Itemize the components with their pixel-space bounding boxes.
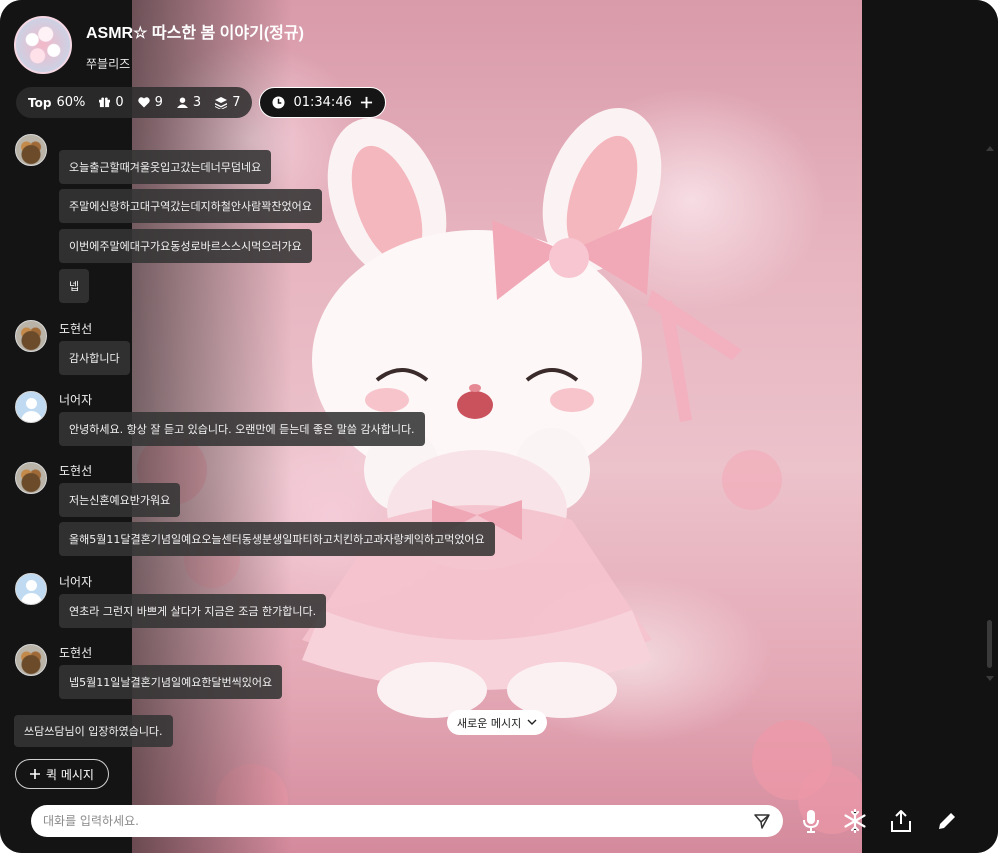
message-bubble: 올해5월11달결혼기념일예요오늘센터동생분생일파티하고치킨하고과자랑케익하고먹었…: [59, 522, 495, 556]
message-bubble: 연초라 그런지 바쁘게 살다가 지금은 조금 한가합니다.: [59, 594, 327, 628]
message-bubble: 이번에주말에대구가요동성로바르스스시먹으러가요: [59, 229, 312, 263]
layers-count: 7: [232, 95, 241, 110]
share-icon[interactable]: [887, 807, 915, 835]
stat-layers: 7: [215, 95, 240, 110]
stat-gifts: 0: [99, 95, 124, 110]
stat-listeners: 3: [176, 95, 202, 110]
chat-input-bar: [31, 805, 783, 837]
microphone-icon[interactable]: [797, 807, 825, 835]
room-header: ASMR☆ 따스한 봄 이야기(정규) 쭈블리즈: [14, 16, 304, 74]
timer-value: 01:34:46: [293, 95, 352, 110]
chevron-down-icon: [527, 719, 537, 725]
room-title: ASMR☆ 따스한 봄 이야기(정규): [86, 24, 304, 42]
stats-row: Top 60% 0 9 3 7 01:34:46: [16, 87, 386, 118]
message-bubble: 오늘출근할때겨울옷입고갔는데너무덥네요: [59, 150, 272, 184]
message-bubble: 안녕하세요. 항상 잘 듣고 있습니다. 오랜만에 듣는데 좋은 말씀 감사합니…: [59, 412, 425, 446]
scrollbar-thumb[interactable]: [987, 620, 992, 668]
message-bubble: 저는신혼예요반가워요: [59, 483, 181, 517]
sender-name[interactable]: 너어자: [59, 573, 92, 590]
message-bubble: 감사합니다: [59, 341, 130, 375]
message-bubble: 넵: [59, 269, 90, 303]
quick-message-button[interactable]: 퀵 메시지: [15, 759, 109, 789]
app-frame: ASMR☆ 따스한 봄 이야기(정규) 쭈블리즈 Top 60% 0 9 3 7…: [0, 0, 998, 853]
message-bubble: 주말에신랑하고대구역갔는데지하철안사람꽉찬었어요: [59, 189, 322, 223]
avatar[interactable]: [15, 391, 47, 423]
timer-pill[interactable]: 01:34:46: [259, 87, 386, 118]
gift-icon: [99, 97, 111, 108]
sender-name[interactable]: 도현선: [59, 462, 92, 479]
quick-message-label: 퀵 메시지: [46, 767, 94, 782]
sender-name[interactable]: 도현선: [59, 644, 92, 661]
host-name[interactable]: 쭈블리즈: [86, 55, 304, 72]
sender-name[interactable]: 도현선: [59, 320, 92, 337]
system-message: 쓰담쓰담님이 입장하였습니다.: [14, 715, 173, 747]
chat-input[interactable]: [43, 814, 753, 828]
sender-name[interactable]: 너어자: [59, 391, 92, 408]
avatar[interactable]: [15, 573, 47, 605]
layers-icon: [215, 96, 228, 109]
avatar[interactable]: [15, 320, 47, 352]
avatar[interactable]: [15, 462, 47, 494]
heart-icon: [137, 97, 150, 108]
stats-pill[interactable]: Top 60% 0 9 3 7: [16, 87, 253, 118]
new-message-label: 새로운 메시지: [457, 716, 522, 730]
gifts-count: 0: [115, 95, 124, 110]
listeners-count: 3: [192, 95, 202, 110]
avatar[interactable]: [15, 644, 47, 676]
scroll-up-arrow[interactable]: [986, 146, 994, 151]
pencil-icon[interactable]: [933, 807, 961, 835]
likes-count: 9: [154, 95, 163, 110]
new-message-button[interactable]: 새로운 메시지: [447, 710, 548, 735]
clock-icon: [272, 96, 286, 109]
snowflake-icon[interactable]: [841, 807, 869, 835]
stat-likes: 9: [137, 95, 163, 110]
send-icon[interactable]: [753, 812, 771, 830]
room-info: ASMR☆ 따스한 봄 이야기(정규) 쭈블리즈: [86, 19, 304, 72]
plus-icon: [30, 769, 40, 779]
message-bubble: 넵5월11일날결혼기념일예요한달번씩있어요: [59, 665, 283, 699]
avatar[interactable]: [15, 134, 47, 166]
plus-icon[interactable]: [360, 96, 373, 109]
right-panel: [862, 0, 998, 853]
person-icon: [176, 97, 188, 108]
top-value: 60%: [56, 95, 86, 110]
stat-top: Top 60%: [28, 95, 85, 110]
scrollbar-track[interactable]: [984, 130, 994, 690]
scroll-down-arrow[interactable]: [986, 676, 994, 681]
room-avatar[interactable]: [14, 16, 72, 74]
message-list[interactable]: 오늘출근할때겨울옷입고갔는데너무덥네요 주말에신랑하고대구역갔는데지하철안사람꽉…: [0, 128, 600, 748]
top-label: Top: [28, 95, 52, 110]
